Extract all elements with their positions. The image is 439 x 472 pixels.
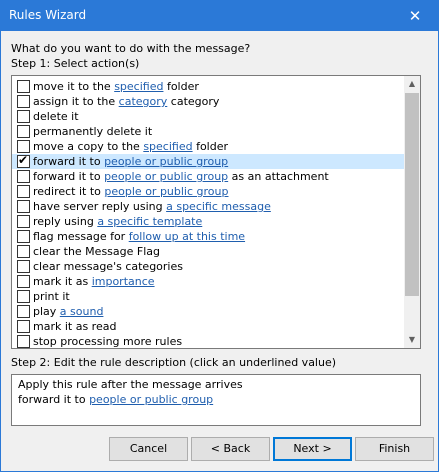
action-checkbox[interactable] (17, 245, 30, 258)
action-label: have server reply using a specific messa… (33, 200, 271, 213)
action-checkbox[interactable] (17, 290, 30, 303)
description-line-2: forward it to people or public group (18, 393, 213, 406)
scroll-down-icon[interactable]: ▼ (404, 332, 420, 348)
action-link[interactable]: specified (114, 80, 163, 93)
action-checkbox[interactable] (17, 170, 30, 183)
step2-label: Step 2: Edit the rule description (click… (11, 356, 337, 369)
step1-label: Step 1: Select action(s) (11, 57, 140, 70)
action-link[interactable]: people or public group (104, 170, 228, 183)
people-or-public-group-link[interactable]: people or public group (89, 393, 213, 406)
next-button[interactable]: Next > (273, 437, 352, 461)
actions-list[interactable]: move it to the specified folder assign it… (11, 75, 421, 349)
title-bar: Rules Wizard ✕ (1, 1, 438, 31)
action-label: forward it to people or public group as … (33, 170, 329, 183)
action-label: play a sound (33, 305, 104, 318)
action-checkbox[interactable] (17, 260, 30, 273)
list-item[interactable]: move a copy to the specified folder (12, 139, 404, 154)
description-text: forward it to (18, 393, 90, 406)
action-checkbox[interactable] (17, 320, 30, 333)
action-link[interactable]: specified (143, 140, 192, 153)
action-link[interactable]: a specific message (166, 200, 271, 213)
action-link[interactable]: people or public group (104, 155, 228, 168)
list-item[interactable]: move it to the specified folder (12, 79, 404, 94)
action-label: print it (33, 290, 70, 303)
list-item[interactable]: play a sound (12, 304, 404, 319)
description-line-1: Apply this rule after the message arrive… (18, 378, 243, 391)
list-item[interactable]: redirect it to people or public group (12, 184, 404, 199)
action-label: mark it as read (33, 320, 117, 333)
rule-description-box: Apply this rule after the message arrive… (11, 374, 421, 426)
action-checkbox[interactable] (17, 95, 30, 108)
window-title: Rules Wizard (9, 8, 87, 22)
action-label: permanently delete it (33, 125, 153, 138)
action-checkbox[interactable] (17, 110, 30, 123)
list-item[interactable]: reply using a specific template (12, 214, 404, 229)
action-link[interactable]: follow up at this time (129, 230, 245, 243)
list-item[interactable]: stop processing more rules (12, 334, 404, 349)
question-label: What do you want to do with the message? (11, 42, 251, 55)
list-item[interactable]: mark it as importance (12, 274, 404, 289)
action-checkbox[interactable] (17, 335, 30, 348)
action-label: move a copy to the specified folder (33, 140, 229, 153)
action-checkbox[interactable] (17, 230, 30, 243)
action-link[interactable]: a sound (60, 305, 104, 318)
close-icon[interactable]: ✕ (392, 1, 438, 31)
list-item[interactable]: clear the Message Flag (12, 244, 404, 259)
action-link[interactable]: importance (92, 275, 155, 288)
back-button[interactable]: < Back (191, 437, 270, 461)
action-link[interactable]: people or public group (104, 185, 228, 198)
list-item[interactable]: have server reply using a specific messa… (12, 199, 404, 214)
action-checkbox[interactable] (17, 140, 30, 153)
list-item[interactable]: forward it to people or public group as … (12, 169, 404, 184)
list-item[interactable]: ✔ forward it to people or public group (12, 153, 404, 169)
action-checkbox[interactable]: ✔ (17, 153, 30, 168)
action-checkbox[interactable] (17, 275, 30, 288)
action-label: clear message's categories (33, 260, 183, 273)
action-checkbox[interactable] (17, 305, 30, 318)
action-label: mark it as importance (33, 275, 155, 288)
action-checkbox[interactable] (17, 185, 30, 198)
list-item[interactable]: print it (12, 289, 404, 304)
list-item[interactable]: mark it as read (12, 319, 404, 334)
action-link[interactable]: a specific template (97, 215, 202, 228)
action-label: redirect it to people or public group (33, 185, 229, 198)
actions-scrollbar[interactable]: ▲ ▼ (404, 76, 420, 348)
action-checkbox[interactable] (17, 125, 30, 138)
checkmark-icon: ✔ (18, 153, 29, 167)
list-item[interactable]: assign it to the category category (12, 94, 404, 109)
list-item[interactable]: permanently delete it (12, 124, 404, 139)
action-link[interactable]: category (119, 95, 168, 108)
action-label: stop processing more rules (33, 335, 183, 348)
action-checkbox[interactable] (17, 200, 30, 213)
action-label: move it to the specified folder (33, 80, 199, 93)
action-label: clear the Message Flag (33, 245, 160, 258)
action-label: flag message for follow up at this time (33, 230, 246, 243)
list-item[interactable]: flag message for follow up at this time (12, 229, 404, 244)
action-checkbox[interactable] (17, 215, 30, 228)
action-label: reply using a specific template (33, 215, 203, 228)
action-label: forward it to people or public group (33, 155, 229, 168)
action-checkbox[interactable] (17, 80, 30, 93)
scroll-up-icon[interactable]: ▲ (404, 76, 420, 92)
list-item[interactable]: delete it (12, 109, 404, 124)
cancel-button[interactable]: Cancel (109, 437, 188, 461)
rules-wizard-window: Rules Wizard ✕ What do you want to do wi… (0, 0, 439, 472)
list-item[interactable]: clear message's categories (12, 259, 404, 274)
scroll-thumb[interactable] (405, 93, 419, 296)
finish-button[interactable]: Finish (355, 437, 434, 461)
action-label: assign it to the category category (33, 95, 220, 108)
action-label: delete it (33, 110, 79, 123)
